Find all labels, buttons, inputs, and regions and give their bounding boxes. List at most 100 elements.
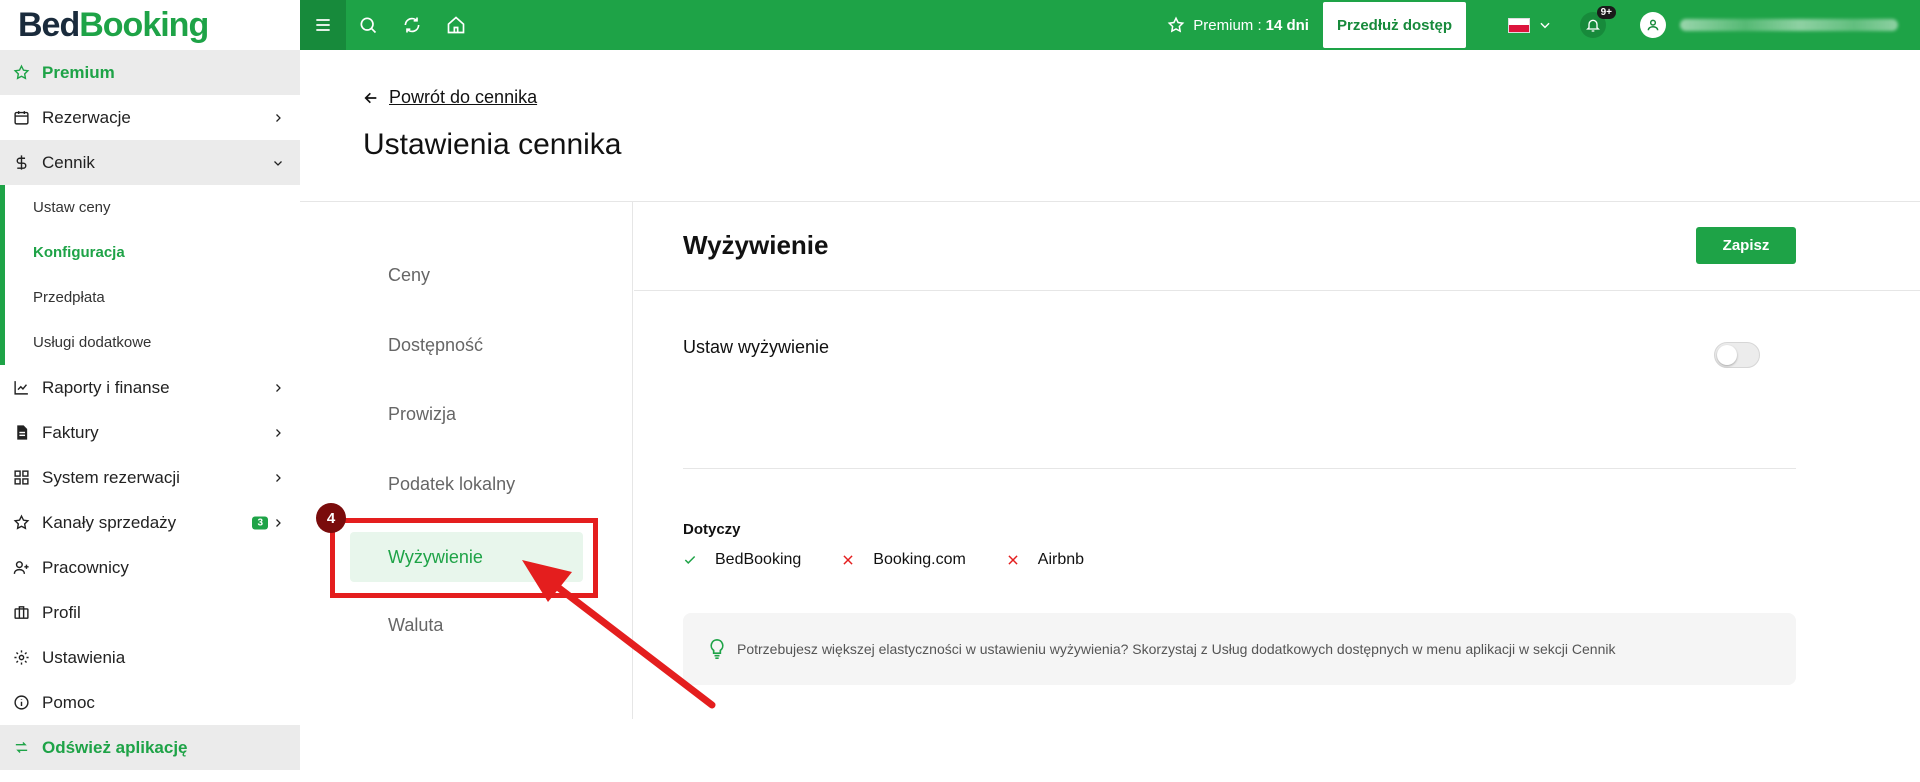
sidebar-item-label: Rezerwacje xyxy=(42,107,131,127)
sidebar-item-help[interactable]: Pomoc xyxy=(0,680,300,725)
search-icon xyxy=(360,17,377,34)
sidebar-item-premium[interactable]: Premium xyxy=(0,50,300,95)
chevron-right-icon xyxy=(276,473,281,482)
hamburger-icon xyxy=(316,19,330,31)
sidebar-item-employees[interactable]: Pracownicy xyxy=(0,545,300,590)
x-icon xyxy=(843,555,853,565)
toggle-knob xyxy=(1717,345,1737,365)
set-meals-label: Ustaw wyżywienie xyxy=(683,337,830,357)
sidebar-item-label: Odśwież aplikację xyxy=(42,737,188,757)
sidebar-item-sales-channels[interactable]: Kanały sprzedaży 3 xyxy=(0,500,300,545)
settings-nav-prices[interactable]: Ceny xyxy=(388,265,430,286)
settings-nav-commission[interactable]: Prowizja xyxy=(388,404,456,425)
meals-settings-panel: Wyżywienie Zapisz Ustaw wyżywienie Dotyc… xyxy=(634,202,1920,719)
sidebar-item-reports[interactable]: Raporty i finanse xyxy=(0,365,300,410)
logo-part-bed: Bed xyxy=(18,5,80,44)
dollar-icon xyxy=(12,154,30,172)
annotation-highlight-box xyxy=(330,518,598,598)
set-meals-toggle[interactable] xyxy=(1714,342,1760,368)
star-icon xyxy=(12,64,30,82)
sync-icon xyxy=(404,17,420,33)
sidebar-subitem-prepayment[interactable]: Przedpłata xyxy=(5,275,300,320)
section-title: Wyżywienie xyxy=(683,230,829,260)
channels-list: BedBooking Booking.com Airbnb xyxy=(683,551,1124,569)
check-icon xyxy=(684,555,696,564)
home-button[interactable] xyxy=(434,0,478,50)
sidebar-item-settings[interactable]: Ustawienia xyxy=(0,635,300,680)
channel-name: BedBooking xyxy=(715,551,802,568)
sidebar-item-booking-system[interactable]: System rezerwacji xyxy=(0,455,300,500)
sidebar-item-profile[interactable]: Profil xyxy=(0,590,300,635)
info-circle-icon xyxy=(12,694,30,712)
back-to-pricelist-link[interactable]: Powrót do cennika xyxy=(363,87,537,108)
chevron-right-icon xyxy=(276,428,281,437)
poland-flag-icon xyxy=(1508,17,1530,33)
page-title: Ustawienia cennika xyxy=(363,128,622,161)
search-button[interactable] xyxy=(346,0,390,50)
applies-to-label: Dotyczy xyxy=(683,521,741,538)
sidebar-subitem-extra-services[interactable]: Usługi dodatkowe xyxy=(5,320,300,365)
info-tip-box: Potrzebujesz większej elastyczności w us… xyxy=(683,613,1796,685)
notifications-button[interactable]: 9+ xyxy=(1580,6,1616,38)
section-divider xyxy=(634,290,1920,291)
chevron-right-icon xyxy=(276,383,281,392)
gear-icon xyxy=(12,649,30,667)
sidebar-item-pricelist[interactable]: Cennik xyxy=(0,140,300,185)
chevron-right-icon xyxy=(276,518,281,527)
extend-access-button[interactable]: Przedłuż dostęp xyxy=(1322,2,1466,48)
topbar: Premium : 14 dni Przedłuż dostęp 9+ xyxy=(300,0,1920,50)
sidebar-item-refresh-app[interactable]: Odśwież aplikację xyxy=(0,725,300,770)
logo-part-booking: Booking xyxy=(79,5,209,44)
sidebar-item-invoices[interactable]: Faktury xyxy=(0,410,300,455)
sidebar-nav-rest: Raporty i finanse Faktury System rezerwa… xyxy=(0,365,300,770)
language-selector[interactable] xyxy=(1508,17,1552,33)
home-icon xyxy=(447,16,465,34)
settings-nav-currency[interactable]: Waluta xyxy=(388,615,443,636)
logo[interactable]: Bed Booking xyxy=(0,0,300,50)
annotation-step-number: 4 xyxy=(316,503,346,533)
settings-nav-availability[interactable]: Dostępność xyxy=(388,335,483,356)
sidebar-subitem-configuration[interactable]: Konfiguracja xyxy=(5,230,300,275)
sidebar: Bed Booking Premium Rezerwacje Cennik Ust… xyxy=(0,0,300,782)
chevron-down-icon xyxy=(274,160,282,166)
user-email-redacted xyxy=(1680,19,1898,31)
pricelist-subnav: Ustaw ceny Konfiguracja Przedpłata Usług… xyxy=(0,185,300,365)
settings-nav-local-tax[interactable]: Podatek lokalny xyxy=(388,474,515,495)
invoice-icon xyxy=(12,424,30,442)
chart-line-icon xyxy=(12,379,30,397)
calendar-icon xyxy=(12,109,30,127)
channel-airbnb: Airbnb xyxy=(1006,551,1084,569)
back-link-label: Powrót do cennika xyxy=(389,87,538,107)
main-panel: Powrót do cennika Ustawienia cennika Cen… xyxy=(300,50,1920,782)
channel-name: Airbnb xyxy=(1037,551,1085,568)
sync-button[interactable] xyxy=(390,0,434,50)
x-icon xyxy=(1008,555,1018,565)
sidebar-item-label: Premium xyxy=(42,62,115,82)
sidebar-item-label: Pomoc xyxy=(42,692,95,712)
chevron-right-icon xyxy=(276,113,281,122)
grid-icon xyxy=(12,469,30,487)
bell-icon xyxy=(1586,19,1600,32)
arrow-left-icon xyxy=(364,92,377,103)
user-plus-icon xyxy=(12,559,30,577)
channel-name: Booking.com xyxy=(873,551,966,568)
sidebar-nav: Premium Rezerwacje Cennik xyxy=(0,50,300,185)
menu-toggle-button[interactable] xyxy=(300,0,346,50)
sidebar-subitem-set-prices[interactable]: Ustaw ceny xyxy=(5,185,300,230)
user-menu[interactable] xyxy=(1640,12,1898,38)
chevron-down-icon xyxy=(1540,22,1550,29)
premium-status: Premium : 14 dni xyxy=(1167,16,1309,34)
premium-days: 14 dni xyxy=(1265,16,1309,34)
sidebar-item-label: Ustawienia xyxy=(42,647,126,667)
sidebar-item-reservations[interactable]: Rezerwacje xyxy=(0,95,300,140)
star-outline-icon xyxy=(12,514,30,532)
briefcase-icon xyxy=(12,604,30,622)
toggle-divider xyxy=(683,468,1796,469)
sidebar-item-label: Pracownicy xyxy=(42,557,129,577)
sidebar-item-label: Faktury xyxy=(42,422,99,442)
lightbulb-icon xyxy=(710,638,724,659)
save-button[interactable]: Zapisz xyxy=(1696,227,1796,264)
settings-nav: Ceny Dostępność Prowizja Podatek lokalny… xyxy=(300,202,633,719)
channel-bedbooking: BedBooking xyxy=(683,551,801,569)
sidebar-item-label: Profil xyxy=(42,602,81,622)
